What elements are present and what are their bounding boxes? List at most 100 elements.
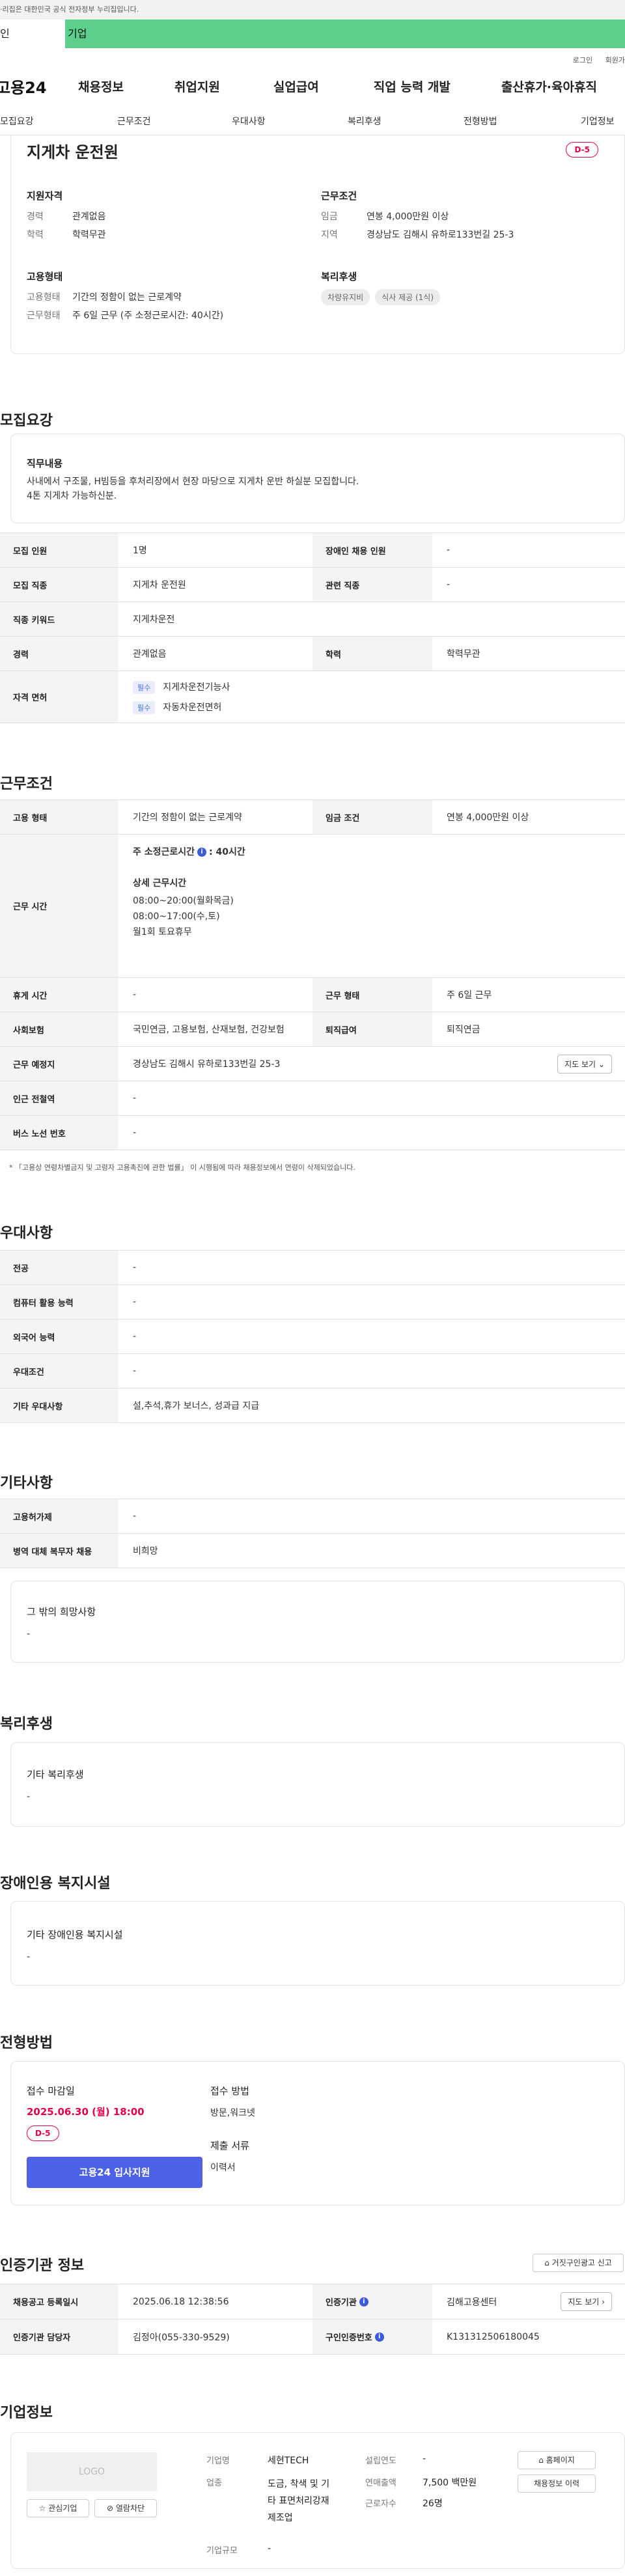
table-header: 사회보험: [0, 1012, 118, 1046]
user-type-tabs: 인 기업: [0, 20, 625, 48]
site-logo[interactable]: 고용24: [0, 75, 73, 98]
tab-enterprise[interactable]: 기업: [65, 20, 625, 48]
qual-career-value: 관계없음: [72, 212, 106, 222]
info-icon[interactable]: i: [359, 2297, 368, 2306]
company-box: LOGO ☆ 관심기업 ⊘ 열람차단 기업명 세현TECH 업종 도금, 착색 …: [10, 2432, 625, 2569]
deadline-value: 2025.06.30 (월) 18:00: [27, 2106, 145, 2118]
job-history-button[interactable]: 채용정보 이력: [518, 2474, 596, 2493]
table-cell: -: [133, 1297, 137, 1307]
gnb-menu-support[interactable]: 취업지원: [174, 77, 220, 95]
favorite-company-button[interactable]: ☆ 관심기업: [27, 2499, 89, 2517]
recruit-heading: 모집요강: [0, 413, 53, 429]
sales-label: 연매출액: [365, 2478, 396, 2488]
table-cell: -: [133, 1262, 137, 1273]
login-link[interactable]: 로그인: [573, 56, 592, 64]
emp-type-value: 기간의 정함이 없는 근로계약: [72, 292, 182, 303]
section-nav-work[interactable]: 근무조건: [117, 115, 151, 128]
apply-heading: 전형방법: [0, 2035, 53, 2051]
table-cell: -: [133, 990, 137, 1000]
table-header: 컴퓨터 활용 능력: [0, 1285, 118, 1319]
emp-work-value: 주 6일 근무 (주 소정근로시간: 40시간): [72, 311, 224, 321]
job-title: 지게차 운전원: [27, 143, 118, 161]
report-fake-ad-label: 거짓구인광고 신고: [551, 2258, 612, 2267]
duty-text-2: 4톤 지게차 가능하신분.: [27, 491, 117, 501]
qual-career-label: 경력: [27, 212, 44, 222]
method-value: 방문,워크넷: [210, 2108, 255, 2118]
founded-label: 설립연도: [365, 2456, 396, 2466]
homepage-button[interactable]: ⌂ 홈페이지: [518, 2451, 596, 2469]
apply-button[interactable]: 고용24 입사지원: [27, 2157, 202, 2188]
info-icon[interactable]: i: [374, 2332, 384, 2342]
cert-map-label: 지도 보기: [568, 2297, 600, 2306]
tab-individual[interactable]: 인: [0, 20, 65, 48]
detail-hours-heading: 상세 근무시간: [133, 878, 187, 889]
detail-hours-line: 08:00~20:00(월화목금): [133, 896, 234, 906]
cert-num-label: 구인인증번호: [326, 2333, 372, 2343]
section-nav-pref[interactable]: 우대사항: [232, 115, 266, 128]
map-button[interactable]: 지도 보기 ⌄: [557, 1054, 612, 1073]
table-cell: -: [133, 1331, 137, 1342]
section-nav-welfare[interactable]: 복리후생: [348, 115, 382, 128]
docs-heading: 제출 서류: [210, 2140, 249, 2152]
work-time-cell: 주 소정근로시간 i: 40시간 상세 근무시간 08:00~20:00(월화목금…: [118, 835, 625, 977]
section-nav-apply[interactable]: 전형방법: [464, 115, 497, 128]
company-logo: LOGO: [27, 2452, 157, 2491]
method-heading: 접수 방법: [210, 2085, 249, 2097]
block-view-button[interactable]: ⊘ 열람차단: [94, 2499, 157, 2517]
table-row: 인증기관 담당자 김정아(055-330-9529) 구인인증번호 i K1313…: [0, 2320, 625, 2355]
table-cell: 1명: [133, 546, 147, 556]
employees-label: 근로자수: [365, 2499, 396, 2509]
industry-line: 제조업: [268, 2513, 293, 2523]
table-header: 우대조건: [0, 1354, 118, 1388]
table-header: 고용허가제: [0, 1499, 118, 1533]
info-icon[interactable]: i: [197, 848, 207, 857]
table-cell: 주 6일 근무: [447, 990, 492, 1001]
table-header: 인증기관 i: [312, 2284, 432, 2319]
table-cell: -: [133, 1128, 137, 1138]
table-header: 학력: [312, 637, 432, 671]
table-header: 모집 직종: [0, 568, 118, 602]
weekly-hours-label: 주 소정근로시간: [133, 847, 195, 857]
table-cell: 국민연금, 고용보험, 산재보험, 건강보험: [133, 1025, 285, 1035]
qual-heading: 지원자격: [27, 190, 63, 202]
benefit-box-heading: 기타 복리후생: [27, 1769, 84, 1780]
gnb-menu-jobs[interactable]: 채용정보: [78, 77, 124, 95]
cert-table: 채용공고 등록일시 2025.06.18 12:38:56 인증기관 i 김해고용…: [0, 2284, 625, 2355]
table-row: 근무 시간 주 소정근로시간 i: 40시간 상세 근무시간 08:00~20:0…: [0, 835, 625, 978]
wish-box: 그 밖의 희망사항 -: [10, 1581, 625, 1663]
industry-label: 업종: [206, 2478, 222, 2488]
benefit-heading: 복리후생: [0, 1716, 53, 1732]
table-cell: 관계없음: [133, 649, 167, 659]
gnb-menu-leave[interactable]: 출산휴가·육아휴직: [501, 77, 597, 95]
cert-org-value: 김해고용센터: [447, 2297, 497, 2308]
table-header: 외국어 능력: [0, 1320, 118, 1353]
table-header: 채용공고 등록일시: [0, 2284, 118, 2319]
table-header: 근무 예정지: [0, 1047, 118, 1081]
table-cell: 김정아(055-330-9529): [133, 2332, 230, 2343]
facility-box-value: -: [27, 1952, 31, 1962]
table-row: 전공 -: [0, 1251, 625, 1285]
industry-line: 타 표면처리강재: [268, 2496, 329, 2506]
license-name: 지게차운전기능사: [163, 682, 230, 693]
apply-box: 접수 마감일 2025.06.30 (월) 18:00 D-5 고용24 입사지…: [10, 2061, 625, 2206]
gnb-menu-benefit[interactable]: 실업급여: [273, 77, 319, 95]
emp-type: 고용형태 기간의 정함이 없는 근로계약: [27, 290, 182, 303]
block-icon: ⊘: [106, 2504, 114, 2513]
table-cell: 2025.06.18 12:38:56: [133, 2296, 229, 2307]
cert-map-button[interactable]: 지도 보기 ›: [561, 2292, 612, 2311]
table-header: 관련 직종: [312, 568, 432, 602]
emp-work: 근무형태 주 6일 근무 (주 소정근로시간: 40시간): [27, 309, 223, 322]
table-row: 모집 직종 지게차 운전원 관련 직종 -: [0, 568, 625, 602]
gnb-menu-training[interactable]: 직업 능력 개발: [374, 77, 451, 95]
recruit-table: 모집 인원 1명 장애인 채용 인원 - 모집 직종 지게차 운전원 관련 직종…: [0, 533, 625, 723]
facility-heading: 장애인용 복지시설: [0, 1876, 111, 1892]
report-fake-ad-button[interactable]: ⌂ 거짓구인광고 신고: [533, 2254, 624, 2272]
section-nav-recruit[interactable]: 모집요강: [0, 115, 34, 128]
table-row: 자격 면허 필수 지게차운전기능사 필수 자동차운전면허: [0, 671, 625, 723]
section-nav-company[interactable]: 기업정보: [581, 115, 615, 128]
table-header: 인근 전철역: [0, 1081, 118, 1115]
join-link[interactable]: 회원가: [605, 56, 625, 64]
company-name-value: 세현TECH: [268, 2456, 309, 2466]
table-header: 병역 대체 복무자 채용: [0, 1534, 118, 1568]
table-row: 컴퓨터 활용 능력 -: [0, 1285, 625, 1320]
